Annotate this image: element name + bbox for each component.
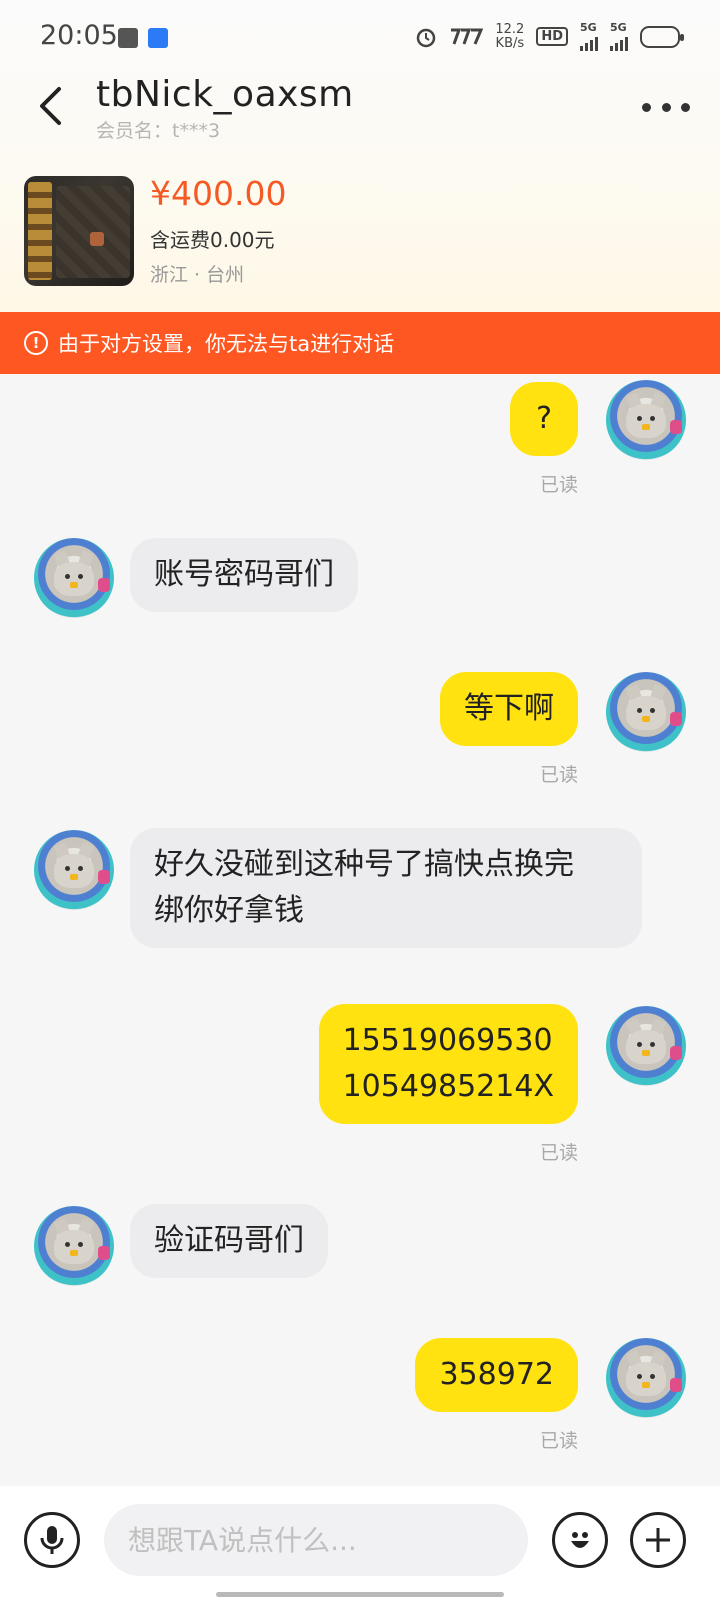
message-incoming: 好久没碰到这种号了搞快点换完 绑你好拿钱 [0,826,720,956]
page-title: tbNick_oaxsm [96,74,354,115]
status-notification-icons [118,28,168,48]
home-indicator[interactable] [216,1592,504,1597]
message-line: 好久没碰到这种号了搞快点换完 [154,847,574,882]
signal-icon-2: 5G [610,22,628,51]
read-status: 已读 [539,474,578,496]
message-line: 1054985214X [342,1069,554,1104]
voice-button[interactable] [24,1512,80,1568]
microphone-icon [40,1526,64,1554]
message-incoming: 验证码哥们 [0,1202,720,1292]
dot-icon [681,102,690,112]
message-bubble[interactable]: 账号密码哥们 [130,538,358,612]
message-outgoing: 15519069530 1054985214X 已读 [0,1002,720,1172]
product-card[interactable]: ¥400.00 含运费0.00元 浙江 · 台州 [24,174,704,288]
read-status: 已读 [539,1430,578,1452]
signal-icon-1: 5G [580,22,598,51]
product-location: 浙江 · 台州 [150,264,245,286]
vibrate-icon [449,28,484,46]
my-avatar[interactable] [606,672,686,752]
message-line: 绑你好拿钱 [154,893,304,928]
message-outgoing: ? 已读 [0,374,720,496]
more-options-button[interactable] [642,92,690,122]
status-indicators: 12.2 KB/s HD 5G 5G [415,22,684,51]
contact-avatar[interactable] [34,1206,114,1286]
contact-avatar[interactable] [34,538,114,618]
message-bubble[interactable]: 358972 [415,1338,578,1412]
message-bubble[interactable]: ? [510,382,578,456]
alarm-icon [415,26,437,48]
dot-icon [661,102,671,112]
input-bar [0,1486,720,1600]
member-name: 会员名：t***3 [96,120,221,142]
dot-icon [642,102,651,112]
message-bubble[interactable]: 15519069530 1054985214X [318,1004,578,1124]
emoji-icon [571,1532,589,1548]
clipboard-icon [118,28,138,48]
message-incoming: 账号密码哥们 [0,534,720,624]
my-avatar[interactable] [606,1006,686,1086]
read-status: 已读 [539,1142,578,1164]
message-input[interactable] [104,1504,528,1576]
hd-icon: HD [536,27,568,46]
chat-header: tbNick_oaxsm 会员名：t***3 [0,74,720,144]
back-button[interactable] [30,84,70,128]
message-bubble[interactable]: 好久没碰到这种号了搞快点换完 绑你好拿钱 [130,828,642,948]
add-button[interactable] [630,1512,686,1568]
chat-messages[interactable]: ? 已读 账号密码哥们 等下啊 已读 好久没碰到这种号了搞快点换完 绑你好拿钱 … [0,374,720,1486]
product-price: ¥400.00 [150,174,287,213]
message-bubble[interactable]: 验证码哥们 [130,1204,328,1278]
message-bubble[interactable]: 等下啊 [440,672,578,746]
signal-1-label: 5G [580,21,597,34]
warning-text: 由于对方设置，你无法与ta进行对话 [58,332,395,356]
my-avatar[interactable] [606,1338,686,1418]
warning-icon: ! [24,331,48,355]
signal-2-label: 5G [610,21,627,34]
status-time: 20:05 [40,20,118,51]
warning-bar: ! 由于对方设置，你无法与ta进行对话 [0,312,720,374]
network-speed-unit: KB/s [495,35,525,51]
message-outgoing: 等下啊 已读 [0,666,720,786]
message-outgoing: 358972 已读 [0,1336,720,1456]
network-speed-value: 12.2 [495,21,525,37]
message-line: 15519069530 [342,1023,553,1058]
network-speed: 12.2 KB/s [495,23,524,50]
product-shipping: 含运费0.00元 [150,228,275,252]
status-bar: 20:05 12.2 KB/s HD 5G 5G [0,0,720,74]
chevron-left-icon [40,87,61,125]
contact-avatar[interactable] [34,830,114,910]
plus-icon [646,1528,670,1552]
my-avatar[interactable] [606,380,686,460]
read-status: 已读 [539,764,578,786]
emoji-button[interactable] [552,1512,608,1568]
battery-icon [640,25,684,48]
product-thumbnail[interactable] [24,176,134,286]
app-notification-icon [148,28,168,48]
